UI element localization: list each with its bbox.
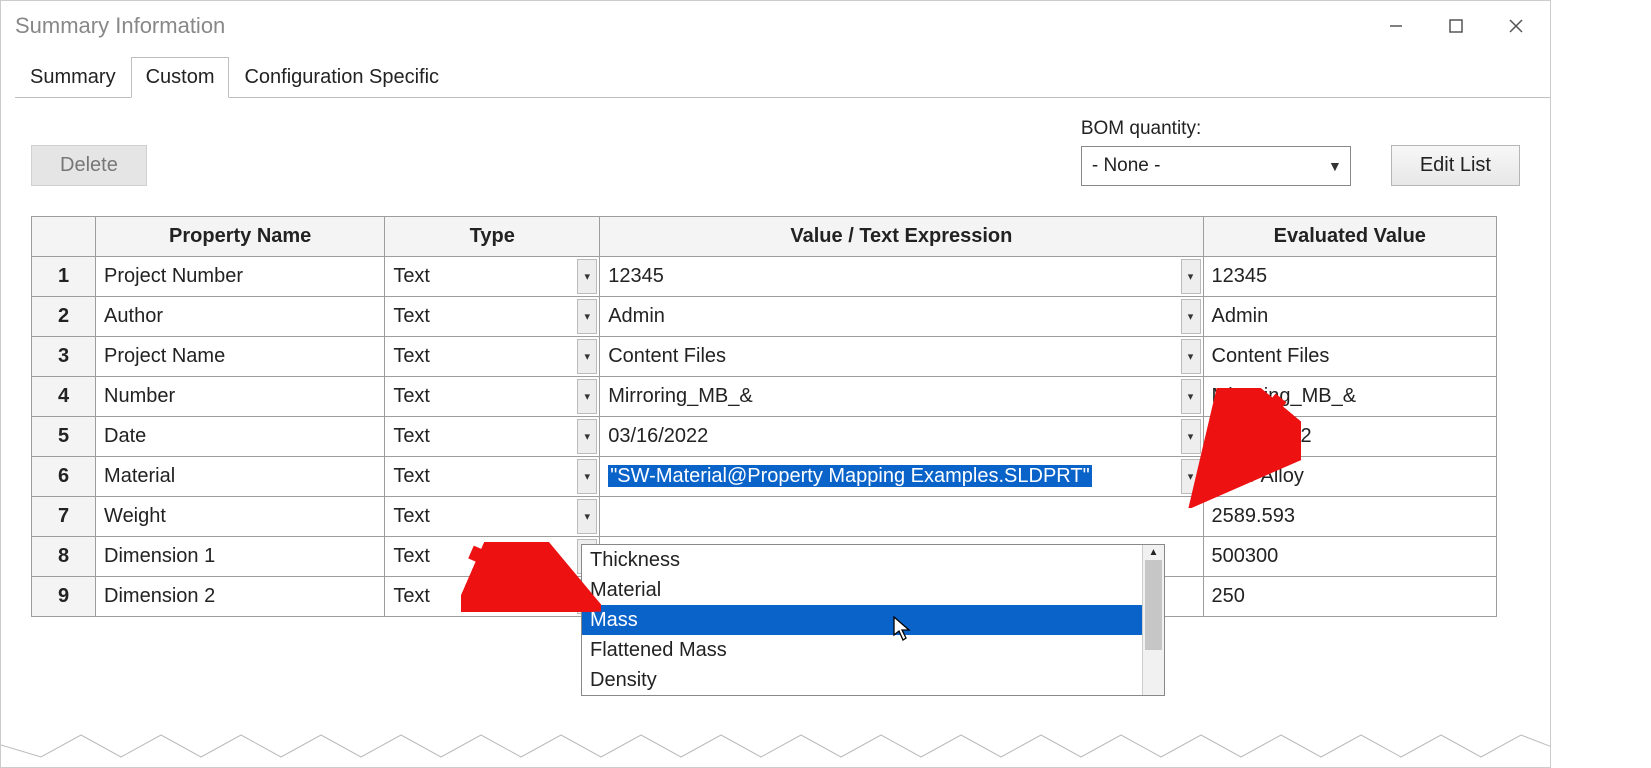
tab-custom[interactable]: Custom bbox=[131, 57, 230, 98]
col-header-evaluated-value: Evaluated Value bbox=[1203, 217, 1496, 257]
row-number: 4 bbox=[32, 377, 96, 417]
evaluated-value-cell: 12345 bbox=[1203, 257, 1496, 297]
row-number: 1 bbox=[32, 257, 96, 297]
type-cell[interactable]: Text▾ bbox=[385, 297, 600, 337]
bom-quantity-label: BOM quantity: bbox=[1081, 118, 1351, 140]
tab-configuration-specific[interactable]: Configuration Specific bbox=[229, 57, 454, 98]
col-header-type: Type bbox=[385, 217, 600, 257]
selected-value-text: "SW-Material@Property Mapping Examples.S… bbox=[608, 465, 1091, 487]
torn-edge-decoration bbox=[1, 727, 1551, 767]
bom-quantity-select[interactable]: - None - ▼ bbox=[1081, 146, 1351, 186]
value-cell[interactable]: Mirroring_MB_&▾ bbox=[600, 377, 1203, 417]
property-name-cell[interactable]: Dimension 1 bbox=[96, 537, 385, 577]
property-name-cell[interactable]: Project Number bbox=[96, 257, 385, 297]
minimize-button[interactable] bbox=[1366, 6, 1426, 46]
maximize-button[interactable] bbox=[1426, 6, 1486, 46]
evaluated-value-cell: 500300 bbox=[1203, 537, 1496, 577]
property-name-cell[interactable]: Dimension 2 bbox=[96, 577, 385, 617]
type-cell[interactable]: Text▾ bbox=[385, 377, 600, 417]
row-number: 8 bbox=[32, 537, 96, 577]
row-number: 5 bbox=[32, 417, 96, 457]
tabstrip: Summary Custom Configuration Specific bbox=[15, 55, 1550, 97]
col-header-property-name: Property Name bbox=[96, 217, 385, 257]
type-cell[interactable]: Text▾ bbox=[385, 457, 600, 497]
table-row[interactable]: 1Project NumberText▾12345▾12345 bbox=[32, 257, 1497, 297]
bom-quantity-value: - None - bbox=[1092, 155, 1161, 177]
edit-list-button[interactable]: Edit List bbox=[1391, 145, 1520, 186]
properties-grid: Property Name Type Value / Text Expressi… bbox=[31, 216, 1497, 617]
value-expression-dropdown[interactable]: ThicknessMaterialMassFlattened MassDensi… bbox=[581, 544, 1165, 696]
value-cell[interactable]: "SW-Material@Property Mapping Examples.S… bbox=[600, 457, 1203, 497]
property-name-cell[interactable]: Weight bbox=[96, 497, 385, 537]
row-number: 3 bbox=[32, 337, 96, 377]
property-name-cell[interactable]: Author bbox=[96, 297, 385, 337]
annotation-arrow-left bbox=[461, 542, 601, 612]
dropdown-item[interactable]: Material bbox=[582, 575, 1164, 605]
chevron-down-icon[interactable]: ▾ bbox=[577, 419, 597, 454]
type-cell[interactable]: Text▾ bbox=[385, 417, 600, 457]
table-row[interactable]: 2AuthorText▾Admin▾Admin bbox=[32, 297, 1497, 337]
close-button[interactable] bbox=[1486, 6, 1546, 46]
table-row[interactable]: 3Project NameText▾Content Files▾Content … bbox=[32, 337, 1497, 377]
property-name-cell[interactable]: Material bbox=[96, 457, 385, 497]
col-header-rownum bbox=[32, 217, 96, 257]
chevron-down-icon[interactable]: ▾ bbox=[1181, 299, 1201, 334]
chevron-down-icon[interactable]: ▾ bbox=[577, 379, 597, 414]
chevron-down-icon: ▼ bbox=[1328, 158, 1342, 174]
row-number: 2 bbox=[32, 297, 96, 337]
value-cell[interactable]: Admin▾ bbox=[600, 297, 1203, 337]
value-cell[interactable]: Content Files▾ bbox=[600, 337, 1203, 377]
property-name-cell[interactable]: Date bbox=[96, 417, 385, 457]
dropdown-item[interactable]: Density bbox=[582, 665, 1164, 695]
tab-summary[interactable]: Summary bbox=[15, 57, 131, 98]
evaluated-value-cell: 250 bbox=[1203, 577, 1496, 617]
evaluated-value-cell: Admin bbox=[1203, 297, 1496, 337]
value-cell[interactable] bbox=[600, 497, 1203, 537]
row-number: 7 bbox=[32, 497, 96, 537]
annotation-arrow-right bbox=[1181, 388, 1301, 508]
dropdown-scrollbar[interactable]: ▲ bbox=[1142, 545, 1164, 695]
scroll-up-icon[interactable]: ▲ bbox=[1143, 545, 1164, 560]
type-cell[interactable]: Text▾ bbox=[385, 497, 600, 537]
type-cell[interactable]: Text▾ bbox=[385, 257, 600, 297]
dropdown-item[interactable]: Thickness bbox=[582, 545, 1164, 575]
chevron-down-icon[interactable]: ▾ bbox=[577, 259, 597, 294]
chevron-down-icon[interactable]: ▾ bbox=[577, 459, 597, 494]
value-cell[interactable]: 12345▾ bbox=[600, 257, 1203, 297]
chevron-down-icon[interactable]: ▾ bbox=[577, 499, 597, 534]
value-cell[interactable]: 03/16/2022▾ bbox=[600, 417, 1203, 457]
evaluated-value-cell: Content Files bbox=[1203, 337, 1496, 377]
titlebar: Summary Information bbox=[1, 1, 1550, 51]
chevron-down-icon[interactable]: ▾ bbox=[1181, 339, 1201, 374]
mouse-cursor-icon bbox=[893, 616, 913, 647]
type-cell[interactable]: Text▾ bbox=[385, 337, 600, 377]
chevron-down-icon[interactable]: ▾ bbox=[577, 299, 597, 334]
chevron-down-icon[interactable]: ▾ bbox=[577, 339, 597, 374]
property-name-cell[interactable]: Number bbox=[96, 377, 385, 417]
window-title: Summary Information bbox=[15, 13, 225, 39]
col-header-value: Value / Text Expression bbox=[600, 217, 1203, 257]
dialog-window: Summary Information Summary Custom Confi… bbox=[0, 0, 1551, 768]
delete-button[interactable]: Delete bbox=[31, 145, 147, 186]
dropdown-item[interactable]: Flattened Mass bbox=[582, 635, 1164, 665]
scroll-thumb[interactable] bbox=[1145, 560, 1162, 650]
row-number: 6 bbox=[32, 457, 96, 497]
chevron-down-icon[interactable]: ▾ bbox=[1181, 259, 1201, 294]
row-number: 9 bbox=[32, 577, 96, 617]
property-name-cell[interactable]: Project Name bbox=[96, 337, 385, 377]
dropdown-item[interactable]: Mass bbox=[582, 605, 1164, 635]
